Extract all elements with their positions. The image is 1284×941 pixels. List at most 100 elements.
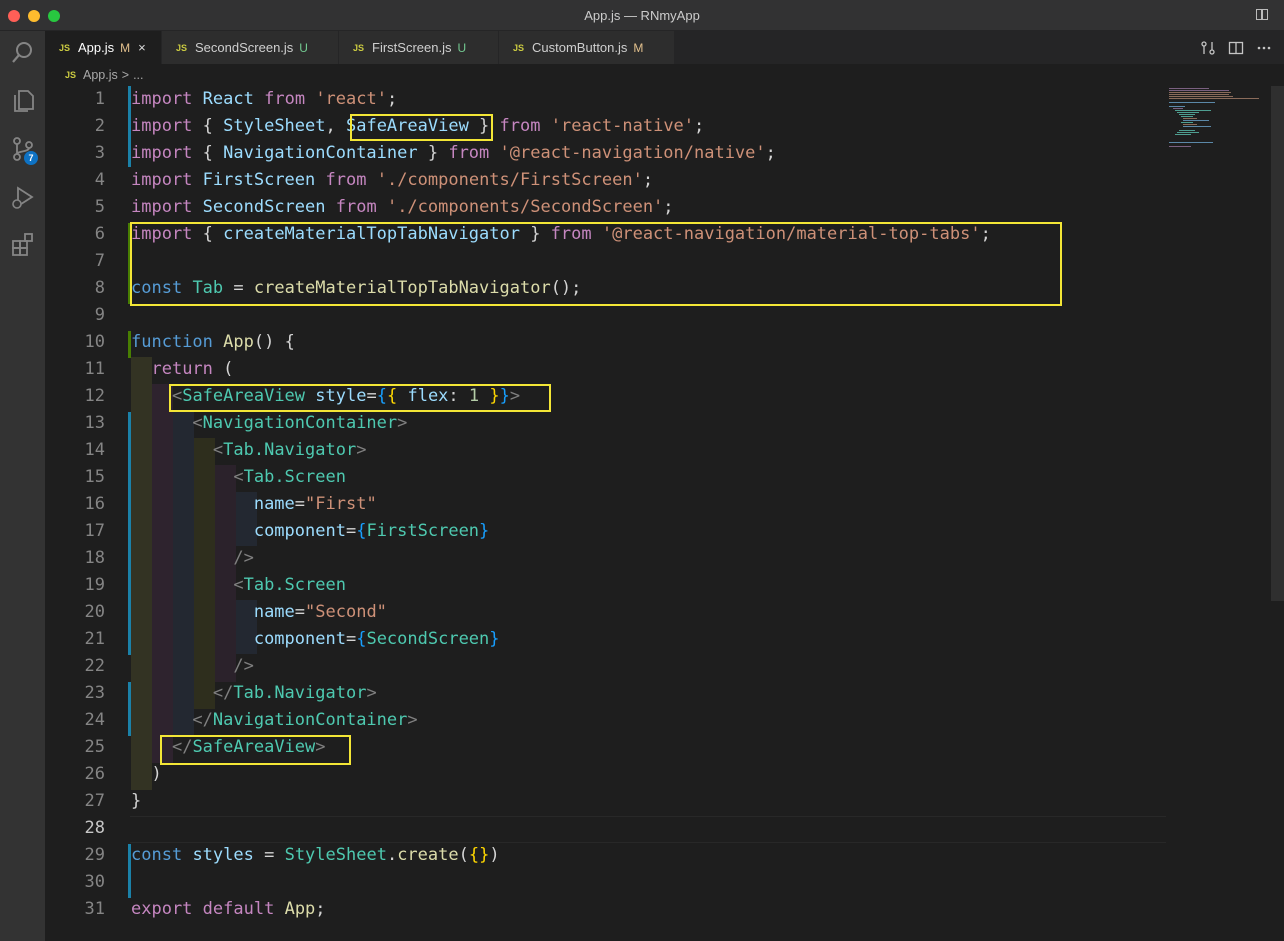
line-number: 11 bbox=[84, 359, 105, 379]
code-line[interactable]: 1 import React from 'react'; bbox=[45, 86, 1165, 113]
code-line[interactable]: 23 </Tab.Navigator> bbox=[45, 680, 1165, 707]
code-line[interactable]: 18 /> bbox=[45, 545, 1165, 572]
line-number: 8 bbox=[94, 278, 105, 298]
code-token: FirstScreen bbox=[366, 521, 480, 541]
breadcrumb: JS App.js > ... bbox=[45, 64, 1284, 86]
tab-second-screen-js[interactable]: JS SecondScreen.js U bbox=[162, 31, 339, 64]
code-line[interactable]: 16 name="First" bbox=[45, 491, 1165, 518]
tab-first-screen-js[interactable]: JS FirstScreen.js U bbox=[339, 31, 499, 64]
code-token: NavigationContainer bbox=[202, 413, 398, 433]
code-token: "Second" bbox=[305, 602, 387, 622]
code-line[interactable]: 19 <Tab.Screen bbox=[45, 572, 1165, 599]
code-text: /> bbox=[131, 545, 253, 572]
code-token: () { bbox=[253, 332, 295, 352]
code-line[interactable]: 3 import { NavigationContainer } from '@r… bbox=[45, 140, 1165, 167]
activity-bar: 7 bbox=[0, 31, 45, 941]
code-token: component bbox=[253, 629, 346, 649]
code-line[interactable]: 28 bbox=[45, 815, 1165, 842]
vertical-scrollbar[interactable] bbox=[1271, 86, 1284, 941]
code-token: 'react-native' bbox=[550, 116, 695, 136]
code-token: import bbox=[131, 197, 193, 217]
code-line[interactable]: 20 name="Second" bbox=[45, 599, 1165, 626]
code-text: name="First" bbox=[131, 491, 377, 518]
code-line[interactable]: 13 <NavigationContainer> bbox=[45, 410, 1165, 437]
code-line[interactable]: 11 return ( bbox=[45, 356, 1165, 383]
breadcrumb-file[interactable]: App.js bbox=[83, 68, 118, 82]
line-number: 27 bbox=[84, 791, 105, 811]
code-line[interactable]: 30 bbox=[45, 869, 1165, 896]
code-token: < bbox=[212, 440, 224, 460]
open-changes-icon[interactable] bbox=[1200, 40, 1216, 56]
activity-source-control[interactable]: 7 bbox=[0, 129, 45, 169]
activity-search[interactable] bbox=[0, 33, 45, 73]
code-token: component bbox=[253, 521, 346, 541]
layout-toggle-icon[interactable] bbox=[1256, 9, 1268, 20]
code-line[interactable]: 4 import FirstScreen from './components/F… bbox=[45, 167, 1165, 194]
line-number: 21 bbox=[84, 629, 105, 649]
breadcrumb-symbols[interactable]: ... bbox=[133, 68, 143, 82]
code-line[interactable]: 29 const styles = StyleSheet.create({}) bbox=[45, 842, 1165, 869]
minimap[interactable] bbox=[1165, 86, 1265, 156]
code-line[interactable]: 26 ) bbox=[45, 761, 1165, 788]
tab-label: SecondScreen.js bbox=[195, 40, 294, 55]
line-number: 24 bbox=[84, 710, 105, 730]
line-number: 9 bbox=[94, 305, 105, 325]
tab-app-js[interactable]: JS App.js M × bbox=[45, 31, 162, 64]
code-token: < bbox=[233, 575, 244, 595]
code-token: ; bbox=[315, 899, 326, 919]
code-line[interactable]: 22 /> bbox=[45, 653, 1165, 680]
js-file-icon: JS bbox=[513, 42, 525, 53]
tab-custom-button-js[interactable]: JS CustomButton.js M bbox=[499, 31, 675, 64]
code-token: App bbox=[284, 899, 316, 919]
code-line[interactable]: 10 function App() { bbox=[45, 329, 1165, 356]
code-line[interactable]: 2 import { StyleSheet, SafeAreaView } fro… bbox=[45, 113, 1165, 140]
code-token: './components/SecondScreen' bbox=[386, 197, 664, 217]
code-token: SecondScreen bbox=[366, 629, 490, 649]
split-editor-icon[interactable] bbox=[1228, 40, 1244, 56]
activity-explorer[interactable] bbox=[0, 81, 45, 121]
code-token: ; bbox=[765, 143, 776, 163]
code-line[interactable]: 24 </NavigationContainer> bbox=[45, 707, 1165, 734]
code-token: = bbox=[294, 602, 306, 622]
code-token: create bbox=[397, 845, 459, 865]
code-text: </NavigationContainer> bbox=[131, 707, 417, 734]
code-token: } bbox=[131, 791, 142, 811]
close-icon[interactable]: × bbox=[138, 40, 146, 55]
code-token: > bbox=[366, 683, 377, 703]
code-token: } bbox=[479, 845, 490, 865]
more-actions-icon[interactable] bbox=[1256, 40, 1272, 56]
code-line[interactable]: 5 import SecondScreen from './components/… bbox=[45, 194, 1165, 221]
title-bar: App.js — RNmyApp bbox=[0, 0, 1284, 31]
code-line[interactable]: 9 bbox=[45, 302, 1165, 329]
code-line[interactable]: 27} bbox=[45, 788, 1165, 815]
code-token: SecondScreen bbox=[202, 197, 326, 217]
activity-extensions[interactable] bbox=[0, 225, 45, 265]
code-line[interactable]: 21 component={SecondScreen} bbox=[45, 626, 1165, 653]
code-editor[interactable]: 1 import React from 'react'; 2 import { Sty… bbox=[45, 86, 1284, 941]
code-token: ; bbox=[642, 170, 654, 190]
code-token: NavigationContainer bbox=[212, 710, 408, 730]
editor-tab-bar: JS App.js M × JS SecondScreen.js U JS Fi… bbox=[45, 31, 1284, 64]
code-token: name bbox=[253, 602, 295, 622]
activity-run-debug[interactable] bbox=[0, 177, 45, 217]
extensions-icon bbox=[11, 233, 33, 256]
tab-status: M bbox=[633, 40, 644, 55]
code-token: = bbox=[345, 629, 357, 649]
code-token: ( bbox=[458, 845, 469, 865]
code-line[interactable]: 17 component={FirstScreen} bbox=[45, 518, 1165, 545]
scrollbar-thumb[interactable] bbox=[1271, 86, 1284, 601]
line-number: 31 bbox=[84, 899, 105, 919]
line-number: 3 bbox=[94, 143, 105, 163]
code-line[interactable]: 31 export default App; bbox=[45, 896, 1165, 923]
code-line[interactable]: 15 <Tab.Screen bbox=[45, 464, 1165, 491]
code-token: Tab.Screen bbox=[243, 575, 346, 595]
line-number: 7 bbox=[94, 251, 105, 271]
code-line[interactable]: 14 <Tab.Navigator> bbox=[45, 437, 1165, 464]
